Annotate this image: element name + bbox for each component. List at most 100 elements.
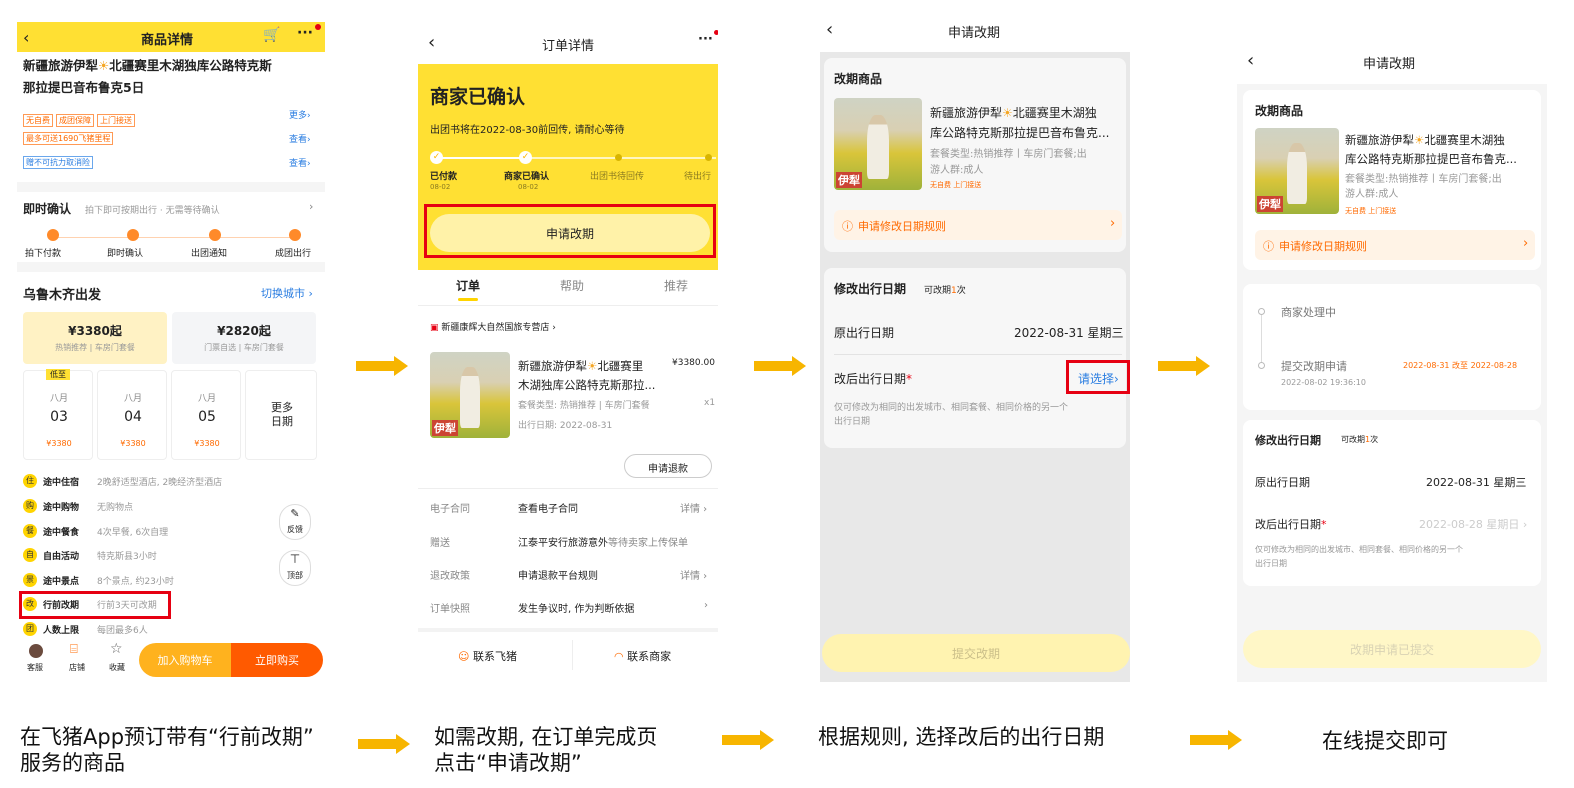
timeline-title: 提交改期申请 xyxy=(1281,360,1347,373)
feature-icon: 团 xyxy=(23,622,37,636)
store-icon[interactable]: ⌸ xyxy=(70,642,78,657)
chevron-right-icon: › xyxy=(704,600,708,611)
quantity: x1 xyxy=(704,398,716,408)
feature-label: 人数上限 xyxy=(43,626,80,636)
add-to-cart-button[interactable]: 加入购物车 xyxy=(139,643,231,677)
store-link[interactable]: ▣ 新疆康辉大自然国旅专营店 › xyxy=(430,320,556,333)
step-line xyxy=(53,237,293,238)
date-month: 八月 xyxy=(197,394,216,404)
feature-desc: 每团最多6人 xyxy=(97,626,148,636)
highlight-box xyxy=(19,591,171,619)
tab-order[interactable]: 订单 xyxy=(456,277,480,294)
feedback-button[interactable]: ✎ 反馈 xyxy=(279,504,311,540)
depart-city: 乌鲁木齐出发 xyxy=(23,288,102,303)
tab-recommend[interactable]: 推荐 xyxy=(664,277,688,294)
feature-label: 途中购物 xyxy=(43,503,80,513)
date-day: 04 xyxy=(124,409,142,425)
submit-label: 提交改期 xyxy=(951,647,1000,661)
back-icon[interactable]: ‹ xyxy=(1247,50,1254,71)
back-icon[interactable]: ‹ xyxy=(428,32,435,53)
more-icon[interactable]: ··· xyxy=(698,32,713,47)
product-name-line1[interactable]: 新疆旅游伊犁☀北疆赛里 xyxy=(518,358,643,374)
view-link[interactable]: 查看› xyxy=(289,156,311,169)
info-row[interactable]: 退改政策 申请退款平台规则 详情 › xyxy=(418,563,718,587)
date-option[interactable]: 八月 04 ¥3380 xyxy=(97,370,167,460)
orig-date-label: 原出行日期 xyxy=(834,326,895,340)
info-icon: ⓘ xyxy=(842,220,853,233)
product-title-line1: 新疆旅游伊犁☀北疆赛里木湖独库公路特克斯 xyxy=(23,58,272,73)
bottom-icon-label: 客服 xyxy=(27,663,43,672)
package-desc: 门票自选 | 车房门套餐 xyxy=(204,343,284,352)
feature-label: 途中餐食 xyxy=(43,528,80,538)
caption-step-1: 在飞猪App预订带有“行前改期” 服务的商品 xyxy=(20,725,314,775)
notification-dot xyxy=(315,24,321,30)
low-badge: 低至 xyxy=(46,369,70,380)
submit-change-button[interactable]: 提交改期 xyxy=(822,634,1130,672)
star-icon[interactable]: ☆ xyxy=(110,641,123,657)
page-title: 商品详情 xyxy=(141,33,194,48)
info-right: 详情 › xyxy=(680,504,708,515)
caption-step-2: 如需改期, 在订单完成页 点击“申请改期” xyxy=(434,725,658,775)
service-avatar-icon[interactable] xyxy=(29,644,43,658)
modify-date-card: 修改出行日期 可改期1次 原出行日期 2022-08-31 星期三 改后出行日期… xyxy=(824,268,1126,448)
product-image: 伊犁 xyxy=(1255,128,1339,214)
date-option[interactable]: 低至 八月 03 ¥3380 xyxy=(23,369,93,460)
info-value: 发生争议时, 作为判断依据 xyxy=(518,604,635,615)
sun-icon: ☀ xyxy=(98,58,110,73)
info-row[interactable]: 电子合同 查看电子合同 详情 › xyxy=(418,496,718,520)
product-name-line1: 新疆旅游伊犁☀北疆赛里木湖独 xyxy=(1345,133,1505,147)
feature-icon: 自 xyxy=(23,548,37,562)
contact-fliggy-button[interactable]: ☺ 联系飞猪 xyxy=(458,648,517,664)
contact-merchant-button[interactable]: ◠ 联系商家 xyxy=(614,648,671,664)
status-title: 商家已确认 xyxy=(430,86,526,108)
progress-label: 出团书待回传 xyxy=(590,172,645,182)
feature-desc: 特克斯县3小时 xyxy=(97,552,157,562)
info-label: 电子合同 xyxy=(430,504,470,515)
back-to-top-button[interactable]: ⊤ 顶部 xyxy=(279,550,311,586)
info-label: 赠送 xyxy=(430,538,450,549)
more-link[interactable]: 更多› xyxy=(289,108,311,121)
insurance-tag: 赠不可抗力取消险 xyxy=(23,156,93,169)
back-icon[interactable]: ‹ xyxy=(826,22,833,40)
date-option[interactable]: 八月 05 ¥3380 xyxy=(171,370,241,460)
status-timeline-card: 商家处理中 提交改期申请 2022-08-31 改至 2022-08-28 20… xyxy=(1243,284,1541,410)
feature-icon: 景 xyxy=(23,573,37,587)
trip-date: 出行日期: 2022-08-31 xyxy=(518,421,613,431)
step-dot xyxy=(705,154,712,161)
refund-button[interactable]: 申请退款 xyxy=(624,454,712,478)
info-label: 订单快照 xyxy=(430,604,470,615)
chevron-right-icon: › xyxy=(1523,236,1529,251)
product-name-line2: 库公路特克斯那拉提巴音布鲁克... xyxy=(1345,152,1517,166)
instant-title: 即时确认 xyxy=(23,202,72,216)
product-title-line2: 那拉提巴音布鲁克5日 xyxy=(23,80,145,95)
instant-confirm-card[interactable]: 即时确认 拍下即可按期出行 · 无需等待确认 › 拍下付款 即时确认 出团通知 … xyxy=(17,192,325,262)
tab-help[interactable]: 帮助 xyxy=(560,277,584,294)
info-row[interactable]: 订单快照 发生争议时, 作为判断依据 › xyxy=(418,596,718,620)
package-option[interactable]: ¥2820起 门票自选 | 车房门套餐 xyxy=(172,312,316,364)
add-to-cart-label: 加入购物车 xyxy=(157,654,213,667)
more-icon[interactable]: ··· xyxy=(297,25,313,41)
edit-icon: ✎ xyxy=(290,507,300,520)
cart-icon[interactable]: 🛒 xyxy=(263,27,280,43)
rule-label: 申请修改日期规则 xyxy=(1279,240,1367,253)
timeline-time: 2022-08-02 19:36:10 xyxy=(1281,378,1366,387)
back-icon[interactable]: ‹ xyxy=(23,28,29,47)
package-type: 游人群:成人 xyxy=(930,165,984,176)
orig-date-value: 2022-08-31 星期三 xyxy=(1426,476,1527,489)
switch-city-link[interactable]: 切换城市 › xyxy=(261,285,313,301)
feature-desc: 8个景点, 约23小时 xyxy=(97,577,174,587)
package-option-selected[interactable]: ¥3380起 热销推荐 | 车房门套餐 xyxy=(23,312,167,364)
date-rule-note: 仅可修改为相同的出发城市、相同套餐、相同价格的另一个 xyxy=(1255,545,1463,554)
view-link[interactable]: 查看› xyxy=(289,132,311,145)
departure-card: 乌鲁木齐出发 切换城市 › ¥3380起 热销推荐 | 车房门套餐 ¥2820起… xyxy=(17,272,325,682)
instant-sub: 拍下即可按期出行 · 无需等待确认 xyxy=(85,206,220,216)
submitted-button: 改期申请已提交 xyxy=(1243,630,1541,668)
date-month: 八月 xyxy=(49,394,68,404)
more-dates-button[interactable]: 更多 日期 xyxy=(245,370,317,460)
product-name-line2[interactable]: 木湖独库公路特克斯那拉... xyxy=(518,377,655,393)
rule-link[interactable]: ⓘ 申请修改日期规则 › xyxy=(834,210,1122,240)
step-dot xyxy=(615,154,622,161)
progress-line-done xyxy=(436,157,526,159)
rule-link[interactable]: ⓘ 申请修改日期规则 › xyxy=(1255,230,1535,260)
buy-now-button[interactable]: 立即购买 xyxy=(231,643,323,677)
